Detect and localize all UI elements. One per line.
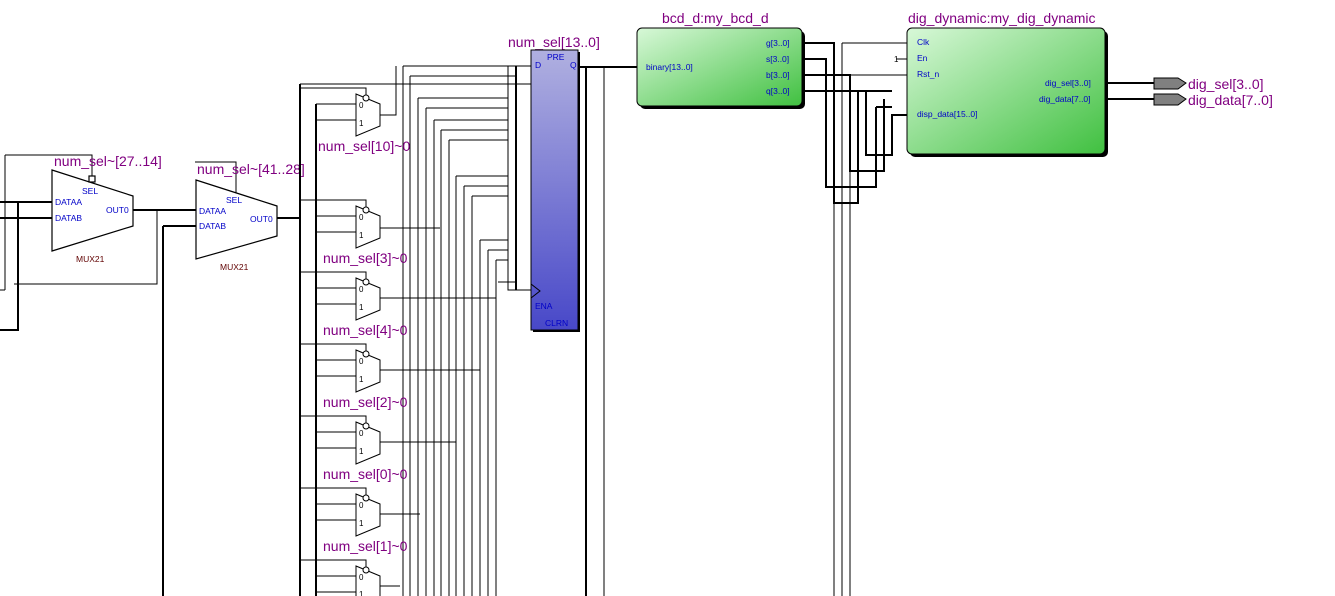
small-mux-2-label: num_sel[3]~0 [323, 250, 408, 266]
dig-in-en: En [917, 53, 928, 63]
small-mux-5[interactable]: 0 1 [300, 487, 381, 537]
small-mux-0[interactable]: 0 1 [300, 87, 381, 137]
dig-name: dig_dynamic:my_dig_dynamic [908, 10, 1096, 26]
small-mux-6[interactable]: 0 1 [300, 559, 381, 596]
register-clrn-port: CLRN [545, 318, 568, 328]
register-name: num_sel[13..0] [508, 34, 600, 50]
mux21-a-type: MUX21 [76, 254, 105, 264]
small-mux-2[interactable]: 0 1 [300, 271, 381, 321]
dig-in-rst: Rst_n [917, 69, 939, 79]
mux21-b-out-port: OUT0 [250, 214, 273, 224]
small-mux-1-in1: 1 [359, 231, 364, 240]
mux21-a-dataa-port: DATAA [55, 197, 82, 207]
register-out-wires [578, 66, 637, 596]
bcd-out-s: s[3..0] [766, 54, 789, 64]
bcd-out-g: g[3..0] [766, 38, 790, 48]
small-mux-1-label: num_sel[10]~0 [318, 138, 410, 154]
small-mux-4-in1: 1 [359, 447, 364, 456]
mux21-b-sel-port: SEL [226, 195, 242, 205]
small-mux-5-label: num_sel[0]~0 [323, 466, 408, 482]
schematic-canvas: num_sel~[27..14] SEL DATAA DATAB OUT0 MU… [0, 10, 1273, 596]
module-dig-dynamic[interactable]: dig_dynamic:my_dig_dynamic Clk En Rst_n … [894, 10, 1108, 157]
small-mux-3-label: num_sel[4]~0 [323, 322, 408, 338]
register-pre-port: PRE [547, 52, 565, 62]
dig-in-clk: Clk [917, 37, 930, 47]
dig-out-sel: dig_sel[3..0] [1045, 78, 1091, 88]
mux21-a[interactable]: num_sel~[27..14] SEL DATAA DATAB OUT0 MU… [51, 153, 162, 264]
output-pins: dig_sel[3..0] dig_data[7..0] [1105, 76, 1273, 108]
register-d-port: D [535, 60, 541, 70]
small-mux-6-in0: 0 [359, 573, 364, 582]
small-mux-3[interactable]: 0 1 [300, 343, 381, 393]
bcd-in-port: binary[13..0] [646, 62, 693, 72]
bcd-dig-wires [802, 42, 907, 596]
small-mux-1-in0: 0 [359, 213, 364, 222]
output-pin-dig-data[interactable]: dig_data[7..0] [1153, 92, 1273, 108]
small-mux-4-label: num_sel[2]~0 [323, 394, 408, 410]
output-pin-dig-sel-label: dig_sel[3..0] [1188, 76, 1264, 92]
small-mux-4[interactable]: 0 1 [300, 415, 381, 465]
bcd-out-b: b[3..0] [766, 70, 790, 80]
small-mux-1[interactable]: 0 1 [300, 199, 381, 249]
register-q-port: Q [570, 60, 577, 70]
mux21-b-name: num_sel~[41..28] [197, 161, 305, 177]
dig-en-const: 1 [894, 55, 899, 64]
small-mux-3-in0: 0 [359, 357, 364, 366]
small-mux-5-in1: 1 [359, 519, 364, 528]
small-mux-3-in1: 1 [359, 375, 364, 384]
mux21-a-sel-port: SEL [82, 186, 98, 196]
small-mux-6-in1: 1 [359, 590, 364, 596]
small-mux-5-in0: 0 [359, 501, 364, 510]
mux21-b-datab-port: DATAB [199, 221, 226, 231]
dig-in-disp: disp_data[15..0] [917, 109, 978, 119]
mux21-b[interactable]: num_sel~[41..28] SEL DATAA DATAB OUT0 MU… [195, 161, 305, 272]
small-mux-0-in1: 1 [359, 119, 364, 128]
mux21-a-sel-node [88, 175, 96, 183]
module-bcd[interactable]: bcd_d:my_bcd_d binary[13..0] g[3..0] s[3… [636, 10, 805, 109]
bcd-name: bcd_d:my_bcd_d [662, 10, 769, 26]
mux21-a-datab-port: DATAB [55, 213, 82, 223]
mux21-b-dataa-port: DATAA [199, 206, 226, 216]
small-mux-2-in0: 0 [359, 285, 364, 294]
output-pin-dig-sel[interactable]: dig_sel[3..0] [1153, 76, 1264, 92]
mux21-b-type: MUX21 [220, 262, 249, 272]
register-ena-port: ENA [535, 301, 553, 311]
dig-out-data: dig_data[7..0] [1039, 94, 1091, 104]
output-pin-dig-data-label: dig_data[7..0] [1188, 92, 1273, 108]
small-mux-2-in1: 1 [359, 303, 364, 312]
mux21-a-name: num_sel~[27..14] [54, 153, 162, 169]
bcd-out-q: q[3..0] [766, 86, 790, 96]
mux21-a-out-port: OUT0 [106, 205, 129, 215]
small-mux-0-in0: 0 [359, 101, 364, 110]
small-mux-6-label: num_sel[1]~0 [323, 538, 408, 554]
small-mux-4-in0: 0 [359, 429, 364, 438]
